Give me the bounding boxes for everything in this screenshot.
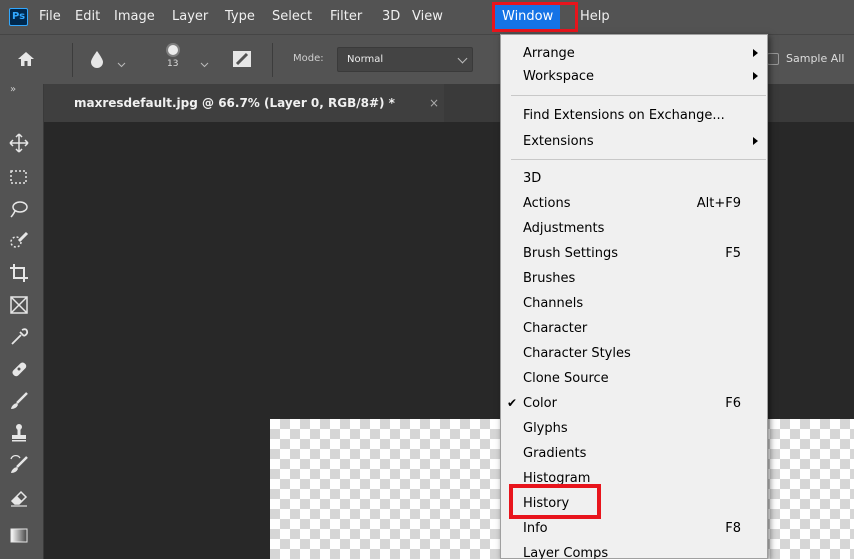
checkmark-icon: ✔ bbox=[507, 396, 518, 410]
menu-item-channels[interactable]: Channels bbox=[501, 291, 767, 316]
menu-item-layer-comps[interactable]: Layer Comps bbox=[501, 541, 767, 559]
submenu-arrow-icon bbox=[753, 72, 758, 80]
shortcut-label: Alt+F9 bbox=[696, 196, 741, 211]
menu-item-gradients[interactable]: Gradients bbox=[501, 441, 767, 466]
submenu-arrow-icon bbox=[753, 137, 758, 145]
menu-item-workspace[interactable]: Workspace bbox=[501, 64, 767, 89]
brush-size-value: 13 bbox=[167, 59, 179, 69]
menu-layer[interactable]: Layer bbox=[172, 0, 208, 34]
shortcut-label: F5 bbox=[725, 246, 741, 261]
menu-item-brushes[interactable]: Brushes bbox=[501, 266, 767, 291]
menu-item-brush-settings[interactable]: Brush Settings F5 bbox=[501, 241, 767, 266]
brush-chevron-down-icon[interactable] bbox=[200, 53, 209, 72]
document-tab[interactable]: maxresdefault.jpg @ 66.7% (Layer 0, RGB/… bbox=[44, 84, 444, 122]
menu-item-clone-source[interactable]: Clone Source bbox=[501, 366, 767, 391]
history-brush-tool-icon[interactable] bbox=[8, 454, 34, 478]
home-icon[interactable] bbox=[16, 49, 36, 73]
sample-all-label: Sample All bbox=[786, 52, 845, 65]
menu-3d[interactable]: 3D bbox=[382, 0, 400, 34]
chevron-down-icon bbox=[457, 53, 468, 64]
quick-selection-tool-icon[interactable] bbox=[8, 230, 34, 254]
chevron-down-icon[interactable] bbox=[117, 53, 126, 72]
eyedropper-tool-icon[interactable] bbox=[8, 326, 34, 350]
eraser-tool-icon[interactable] bbox=[8, 486, 34, 510]
menu-item-character-styles[interactable]: Character Styles bbox=[501, 341, 767, 366]
menu-item-3d[interactable]: 3D bbox=[501, 166, 767, 191]
menu-help[interactable]: Help bbox=[580, 0, 610, 34]
collapse-panel-icon[interactable]: » bbox=[10, 84, 16, 95]
menu-item-adjustments[interactable]: Adjustments bbox=[501, 216, 767, 241]
brush-settings-panel-icon[interactable] bbox=[231, 48, 253, 74]
brush-tool-icon[interactable] bbox=[8, 390, 34, 414]
menu-item-history[interactable]: History bbox=[501, 491, 767, 516]
menu-select[interactable]: Select bbox=[272, 0, 312, 34]
menu-file[interactable]: File bbox=[39, 0, 61, 34]
menu-image[interactable]: Image bbox=[114, 0, 155, 34]
submenu-arrow-icon bbox=[753, 49, 758, 57]
menu-item-color[interactable]: ✔ Color F6 bbox=[501, 391, 767, 416]
menu-item-histogram[interactable]: Histogram bbox=[501, 466, 767, 491]
lasso-tool-icon[interactable] bbox=[8, 198, 34, 222]
mode-label: Mode: bbox=[293, 53, 324, 64]
menu-item-arrange[interactable]: Arrange bbox=[501, 41, 767, 66]
mode-select-value: Normal bbox=[347, 54, 384, 65]
mode-select[interactable]: Normal bbox=[337, 47, 473, 72]
tool-preset-icon[interactable] bbox=[90, 50, 104, 72]
menu-view[interactable]: View bbox=[412, 0, 443, 34]
shortcut-label: F8 bbox=[725, 521, 741, 536]
menu-bar: Ps File Edit Image Layer Type Select Fil… bbox=[0, 0, 854, 34]
healing-brush-tool-icon[interactable] bbox=[8, 358, 34, 382]
menu-divider bbox=[511, 159, 766, 160]
close-icon[interactable]: × bbox=[429, 84, 439, 122]
frame-tool-icon[interactable] bbox=[8, 294, 34, 318]
menu-filter[interactable]: Filter bbox=[330, 0, 362, 34]
marquee-tool-icon[interactable] bbox=[8, 166, 34, 190]
menu-item-character[interactable]: Character bbox=[501, 316, 767, 341]
shortcut-label: F6 bbox=[725, 396, 741, 411]
crop-tool-icon[interactable] bbox=[8, 262, 34, 286]
photoshop-logo: Ps bbox=[9, 8, 28, 26]
tools-panel: » bbox=[0, 84, 44, 559]
gradient-tool-icon[interactable] bbox=[8, 524, 34, 548]
menu-divider bbox=[511, 95, 766, 96]
menu-type[interactable]: Type bbox=[225, 0, 255, 34]
menu-item-info[interactable]: Info F8 bbox=[501, 516, 767, 541]
move-tool-icon[interactable] bbox=[8, 132, 34, 156]
menu-window[interactable]: Window bbox=[495, 3, 561, 31]
menu-item-glyphs[interactable]: Glyphs bbox=[501, 416, 767, 441]
menu-item-find-extensions[interactable]: Find Extensions on Exchange... bbox=[501, 103, 767, 128]
document-tab-title: maxresdefault.jpg @ 66.7% (Layer 0, RGB/… bbox=[74, 96, 395, 110]
sample-all-checkbox[interactable] bbox=[767, 53, 779, 65]
window-menu-dropdown: Arrange Workspace Find Extensions on Exc… bbox=[500, 34, 768, 559]
menu-item-extensions[interactable]: Extensions bbox=[501, 129, 767, 154]
clone-stamp-tool-icon[interactable] bbox=[8, 422, 34, 446]
menu-edit[interactable]: Edit bbox=[75, 0, 100, 34]
menu-item-actions[interactable]: Actions Alt+F9 bbox=[501, 191, 767, 216]
